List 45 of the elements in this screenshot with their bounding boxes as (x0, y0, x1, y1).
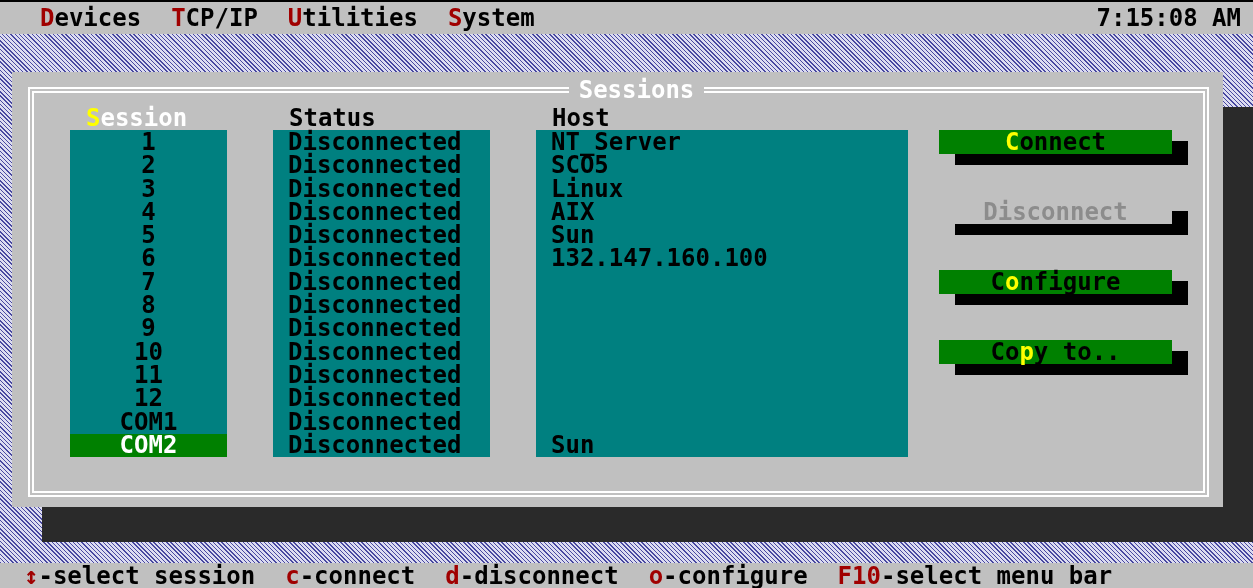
menu-item[interactable]: System (447, 4, 535, 32)
status-cell-text: Disconnected (287, 387, 463, 411)
status-cell-text: Disconnected (287, 340, 463, 364)
status-cell-text: Disconnected (287, 317, 463, 341)
status-cell-text: Disconnected (287, 177, 463, 201)
key-hint: d-disconnect (445, 561, 619, 588)
menu-item[interactable]: TCP/IP (171, 4, 258, 32)
host-cell-text: SCO5 (550, 154, 609, 178)
menu-item[interactable]: Utilities (287, 4, 418, 32)
host-cell-text: 132.147.160.100 (550, 247, 769, 271)
dialog-button[interactable]: Configure (939, 270, 1188, 305)
session-item[interactable]: 7 (70, 270, 227, 295)
status-cell-text: Disconnected (287, 154, 463, 178)
status-cell-text: Disconnected (287, 433, 463, 458)
host-cell-text: Sun (550, 433, 596, 458)
session-item[interactable]: 6 (70, 247, 227, 271)
session-item[interactable]: COM2 (70, 433, 227, 458)
key-hint: ↕-select session (24, 561, 256, 588)
key-hint: F10-select menu bar (837, 561, 1113, 588)
session-item[interactable]: 5 (70, 224, 227, 248)
session-item[interactable]: 9 (70, 317, 227, 341)
session-item[interactable]: 11 (70, 363, 227, 388)
key-hint: o-configure (648, 561, 808, 588)
session-item[interactable]: 1 (70, 131, 227, 155)
host-cell-text: Linux (550, 177, 625, 201)
host-cell-text: Sun (550, 224, 595, 248)
clock: 7:15:08 AM (1096, 4, 1241, 32)
session-item[interactable]: 2 (70, 154, 227, 178)
session-item[interactable]: COM1 (70, 410, 227, 434)
session-item[interactable]: 3 (70, 177, 227, 201)
dialog-button[interactable]: Connect (939, 130, 1188, 165)
host-cell-text: AIX (550, 200, 596, 225)
session-item[interactable]: 8 (70, 294, 227, 318)
session-item[interactable]: 12 (70, 387, 227, 411)
session-item[interactable]: 4 (70, 200, 227, 225)
dialog-button[interactable]: Copy to.. (939, 340, 1188, 375)
status-cell-text: Disconnected (287, 410, 463, 434)
menu-item[interactable]: Devices (40, 4, 142, 32)
status-cell-text: Disconnected (287, 247, 463, 271)
key-hint: c-connect (285, 561, 416, 588)
column-header: Status (288, 106, 376, 130)
host-cell-text: NT_Server (550, 131, 683, 155)
column-header: Session (85, 106, 189, 130)
column-header: Host (551, 106, 611, 130)
session-item[interactable]: 10 (70, 340, 227, 364)
